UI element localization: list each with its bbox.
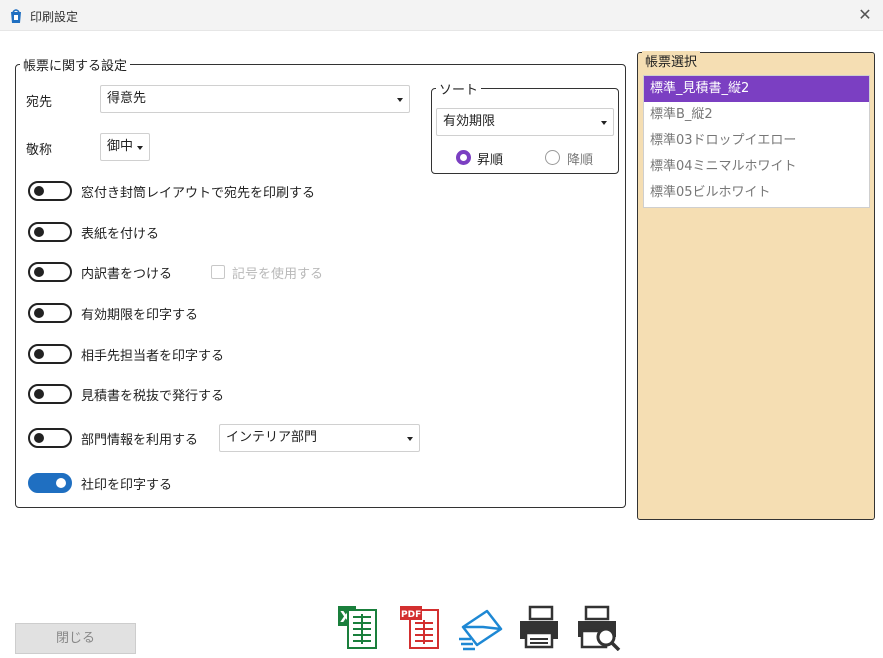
option-tax-excluded-label: 見積書を税抜で発行する xyxy=(81,389,225,404)
option-cover-page-label: 表紙を付ける xyxy=(81,227,160,242)
option-expiry-date-label: 有効期限を印字する xyxy=(81,308,199,323)
toggle-tax-excluded[interactable] xyxy=(28,384,72,404)
mail-send-icon[interactable] xyxy=(457,603,503,651)
sort-descending-radio[interactable] xyxy=(545,150,560,165)
option-window-envelope-label: 窓付き封筒レイアウトで宛先を印刷する xyxy=(81,186,316,201)
template-select-panel: 帳票選択 標準_見積書_縦2 標準B_縦2 標準03ドロップイエロー 標準04ミ… xyxy=(637,51,875,520)
option-company-seal-label: 社印を印字する xyxy=(81,478,173,493)
template-list-item[interactable]: 標準_見積書_縦2 xyxy=(644,76,869,102)
option-contact-person-label: 相手先担当者を印字する xyxy=(81,349,225,364)
sort-legend: ソート xyxy=(439,83,479,98)
printer-icon[interactable] xyxy=(516,603,562,651)
chevron-down-icon xyxy=(407,437,413,441)
toggle-window-envelope[interactable] xyxy=(28,181,72,201)
sort-ascending-label: 昇順 xyxy=(477,153,504,168)
print-preview-icon[interactable] xyxy=(576,603,622,651)
sort-descending-label: 降順 xyxy=(567,153,594,168)
department-select[interactable]: インテリア部門 xyxy=(219,424,420,452)
form-settings-legend: 帳票に関する設定 xyxy=(23,59,128,74)
template-list-item[interactable]: 標準05ビルホワイト xyxy=(644,180,869,206)
symbol-checkbox[interactable] xyxy=(211,265,225,279)
sort-select[interactable]: 有効期限 xyxy=(436,108,614,136)
toggle-breakdown[interactable] xyxy=(28,262,72,282)
excel-export-icon[interactable]: X xyxy=(336,603,382,651)
toggle-department[interactable] xyxy=(28,428,72,448)
close-button[interactable]: 閉じる xyxy=(15,623,136,654)
app-icon xyxy=(11,9,21,23)
recipient-label: 宛先 xyxy=(26,95,53,110)
template-list-item[interactable]: 標準B_縦2 xyxy=(644,102,869,128)
toggle-expiry-date[interactable] xyxy=(28,303,72,323)
chevron-down-icon xyxy=(397,98,403,102)
recipient-value: 得意先 xyxy=(107,91,147,106)
option-department-label: 部門情報を利用する xyxy=(81,433,199,448)
chevron-down-icon xyxy=(601,121,607,125)
pdf-export-icon[interactable]: PDF xyxy=(398,603,444,651)
symbol-checkbox-label: 記号を使用する xyxy=(232,267,324,282)
close-window-icon[interactable]: ✕ xyxy=(855,5,875,25)
template-list-item[interactable]: 標準03ドロップイエロー xyxy=(644,128,869,154)
sort-ascending-radio[interactable] xyxy=(456,150,471,165)
template-select-legend: 帳票選択 xyxy=(642,51,701,70)
chevron-down-icon xyxy=(137,146,143,150)
template-list: 標準_見積書_縦2 標準B_縦2 標準03ドロップイエロー 標準04ミニマルホワ… xyxy=(643,75,870,208)
department-value: インテリア部門 xyxy=(226,430,318,445)
option-breakdown-label: 内訳書をつける xyxy=(81,267,173,282)
honorific-select[interactable]: 御中 xyxy=(100,133,150,161)
toggle-contact-person[interactable] xyxy=(28,344,72,364)
template-list-item[interactable]: 標準04ミニマルホワイト xyxy=(644,154,869,180)
toggle-cover-page[interactable] xyxy=(28,222,72,242)
toggle-company-seal[interactable] xyxy=(28,473,72,493)
honorific-label: 敬称 xyxy=(26,143,53,158)
honorific-value: 御中 xyxy=(107,139,134,154)
title-bar: 印刷設定 ✕ xyxy=(0,0,883,31)
svg-text:PDF: PDF xyxy=(401,610,421,620)
recipient-select[interactable]: 得意先 xyxy=(100,85,410,113)
window-title: 印刷設定 xyxy=(30,10,79,24)
sort-value: 有効期限 xyxy=(443,114,496,129)
